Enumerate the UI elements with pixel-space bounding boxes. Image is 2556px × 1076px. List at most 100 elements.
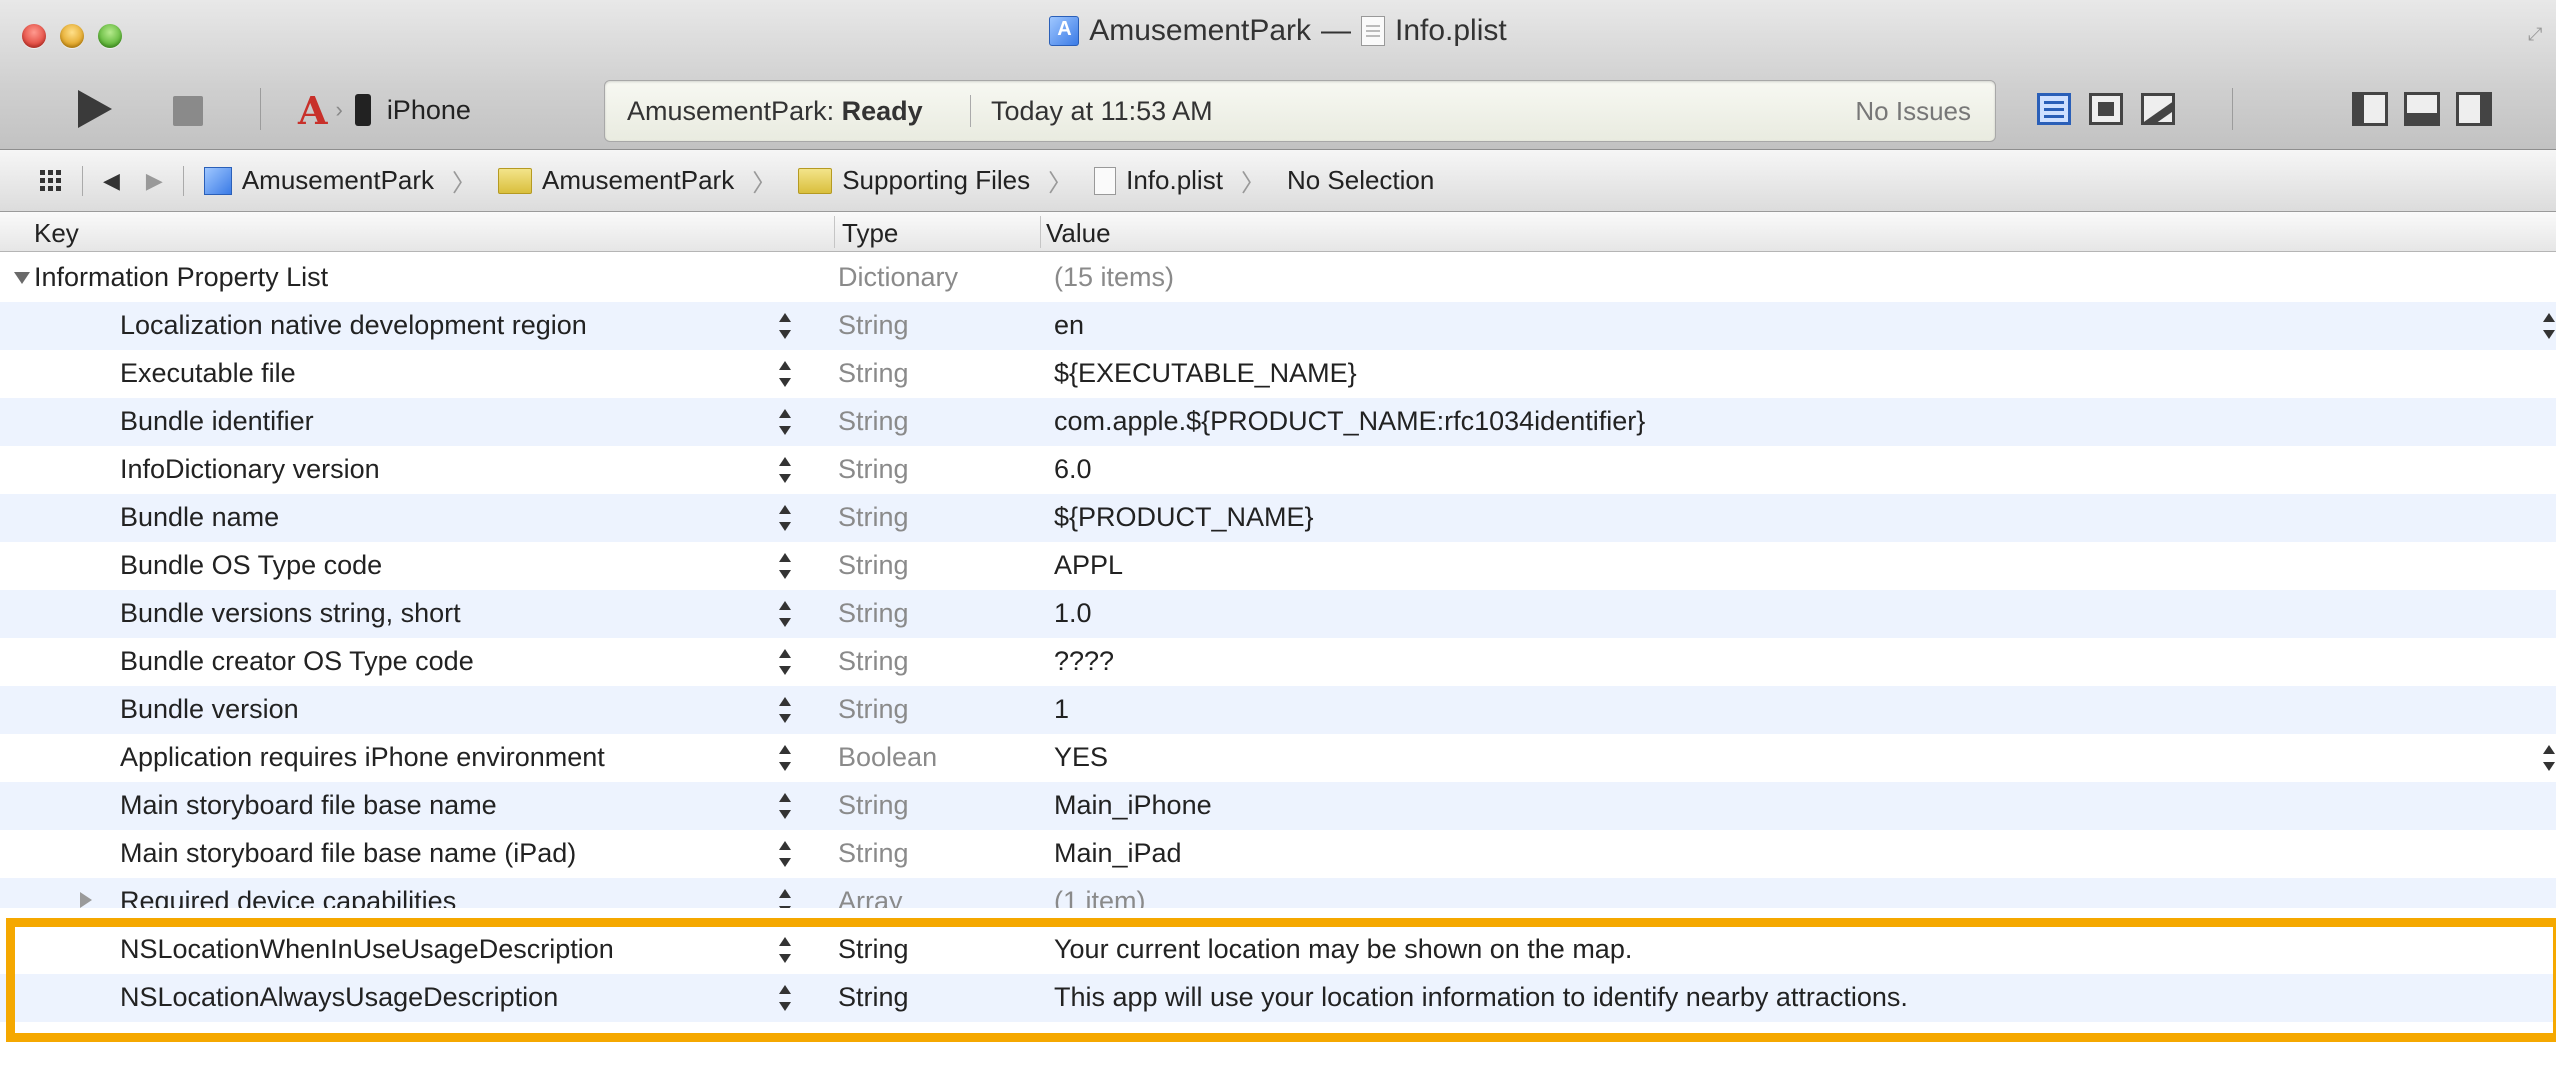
row-value[interactable]: Main_iPhone [1054, 790, 1212, 821]
row-type[interactable]: String [838, 982, 909, 1013]
breadcrumb-supporting-files[interactable]: Supporting Files [842, 165, 1030, 196]
row-value[interactable]: This app will use your location informat… [1054, 982, 1908, 1013]
disclosure-collapsed-icon[interactable] [80, 892, 92, 908]
key-stepper-icon[interactable] [778, 600, 792, 628]
key-stepper-icon[interactable] [778, 936, 792, 964]
assistant-editor-button[interactable] [2080, 86, 2132, 132]
row-value[interactable]: ${PRODUCT_NAME} [1054, 502, 1314, 533]
folder-icon [798, 167, 833, 194]
row-type[interactable]: String [838, 646, 909, 677]
breadcrumb-file[interactable]: Info.plist [1126, 165, 1223, 196]
row-key: Bundle name [120, 502, 280, 532]
row-type[interactable]: String [838, 358, 909, 389]
issues-indicator[interactable]: No Issues [1855, 96, 1971, 127]
row-value[interactable]: Your current location may be shown on th… [1054, 934, 1632, 965]
row-key: Executable file [120, 358, 296, 388]
column-header-type[interactable]: Type [842, 218, 898, 249]
value-stepper-icon[interactable] [2542, 312, 2556, 340]
table-row[interactable]: Localization native development region St… [0, 302, 2556, 350]
stop-button[interactable] [173, 96, 203, 126]
run-button[interactable] [78, 90, 112, 128]
key-stepper-icon[interactable] [778, 696, 792, 724]
row-type[interactable]: String [838, 694, 909, 725]
key-stepper-icon[interactable] [778, 984, 792, 1012]
key-stepper-icon[interactable] [778, 888, 792, 908]
jumpbar-separator [82, 165, 83, 196]
table-row[interactable]: NSLocationAlwaysUsageDescription String Th… [0, 974, 2556, 1022]
row-type[interactable]: String [838, 550, 909, 581]
row-value[interactable]: ???? [1054, 646, 1114, 677]
table-row[interactable]: Executable file String ${EXECUTABLE_NAME} [0, 350, 2556, 398]
row-type[interactable]: String [838, 502, 909, 533]
utilities-toggle-button[interactable] [2448, 86, 2500, 132]
row-value[interactable]: (1 item) [1054, 886, 1146, 908]
scheme-selector[interactable]: A › iPhone [298, 88, 471, 133]
row-type[interactable]: String [838, 790, 909, 821]
key-stepper-icon[interactable] [778, 504, 792, 532]
column-header-value[interactable]: Value [1046, 218, 1111, 249]
key-stepper-icon[interactable] [778, 744, 792, 772]
window-toolbar: AmusementPark — Info.plist ⤢ A › iPhone … [0, 0, 2556, 150]
row-key: NSLocationWhenInUseUsageDescription [120, 934, 614, 964]
row-value[interactable]: 1 [1054, 694, 1069, 725]
row-type[interactable]: Boolean [838, 742, 937, 773]
row-value[interactable]: YES [1054, 742, 1108, 773]
breadcrumb-group[interactable]: AmusementPark [542, 165, 734, 196]
table-row[interactable]: Bundle versions string, short String 1.0 [0, 590, 2556, 638]
row-type[interactable]: String [838, 406, 909, 437]
back-arrow-icon[interactable]: ◀ [103, 168, 120, 194]
breadcrumb-selection[interactable]: No Selection [1287, 165, 1434, 196]
row-type[interactable]: String [838, 598, 909, 629]
row-value[interactable]: en [1054, 310, 1084, 341]
status-state: Ready [841, 96, 923, 126]
row-value[interactable]: Main_iPad [1054, 838, 1182, 869]
fullscreen-icon[interactable]: ⤢ [2528, 24, 2550, 46]
view-toggle-segment [2344, 86, 2500, 132]
key-stepper-icon[interactable] [778, 360, 792, 388]
table-row[interactable]: Bundle creator OS Type code String???? [0, 638, 2556, 686]
key-stepper-icon[interactable] [778, 792, 792, 820]
folder-icon [498, 167, 533, 194]
breadcrumb-project[interactable]: AmusementPark [242, 165, 434, 196]
row-type[interactable]: String [838, 934, 909, 965]
navigator-toggle-button[interactable] [2344, 86, 2396, 132]
column-header-key[interactable]: Key [34, 218, 79, 249]
table-row[interactable]: Bundle identifier String com.apple.${PRODU… [0, 398, 2556, 446]
key-stepper-icon[interactable] [778, 312, 792, 340]
table-row[interactable]: NSLocationWhenInUseUsageDescription Strin… [0, 926, 2556, 974]
row-type[interactable]: String [838, 838, 909, 869]
row-value[interactable]: com.apple.${PRODUCT_NAME:rfc1034identifi… [1054, 406, 1645, 437]
table-row[interactable]: InfoDictionary version String 6.0 [0, 446, 2556, 494]
related-items-icon[interactable] [40, 169, 62, 192]
table-row[interactable]: Application requires iPhone environment B… [0, 734, 2556, 782]
row-key: Localization native development region [120, 310, 587, 340]
table-row[interactable]: Required device capabilities Array (1 item… [0, 878, 2556, 908]
key-stepper-icon[interactable] [778, 840, 792, 868]
debug-area-toggle-button[interactable] [2396, 86, 2448, 132]
key-stepper-icon[interactable] [778, 408, 792, 436]
table-row[interactable]: Main storyboard file base name (iPad) Str… [0, 830, 2556, 878]
table-row-root[interactable]: Information Property List Dictionary (15… [0, 254, 2556, 302]
value-stepper-icon[interactable] [2542, 744, 2556, 772]
debug-pane-icon [2404, 92, 2440, 126]
row-type[interactable]: String [838, 310, 909, 341]
project-icon [1049, 16, 1080, 46]
table-row[interactable]: Bundle OS Type code String APPL [0, 542, 2556, 590]
row-value[interactable]: 6.0 [1054, 454, 1092, 485]
table-row[interactable]: Main storyboard file base name String Main… [0, 782, 2556, 830]
table-row[interactable]: Bundle version String 1 [0, 686, 2556, 734]
version-editor-button[interactable] [2132, 86, 2184, 132]
standard-editor-button[interactable] [2028, 86, 2080, 132]
table-row[interactable]: Bundle name String ${PRODUCT_NAME} [0, 494, 2556, 542]
key-stepper-icon[interactable] [778, 648, 792, 676]
key-stepper-icon[interactable] [778, 552, 792, 580]
key-stepper-icon[interactable] [778, 456, 792, 484]
forward-arrow-icon[interactable]: ▶ [146, 168, 163, 194]
row-type[interactable]: String [838, 454, 909, 485]
row-value[interactable]: ${EXECUTABLE_NAME} [1054, 358, 1357, 389]
row-value[interactable]: APPL [1054, 550, 1123, 581]
navigator-pane-icon [2352, 92, 2388, 126]
row-value[interactable]: 1.0 [1054, 598, 1092, 629]
row-type[interactable]: Array [838, 886, 903, 908]
disclosure-expanded-icon[interactable] [14, 272, 30, 284]
